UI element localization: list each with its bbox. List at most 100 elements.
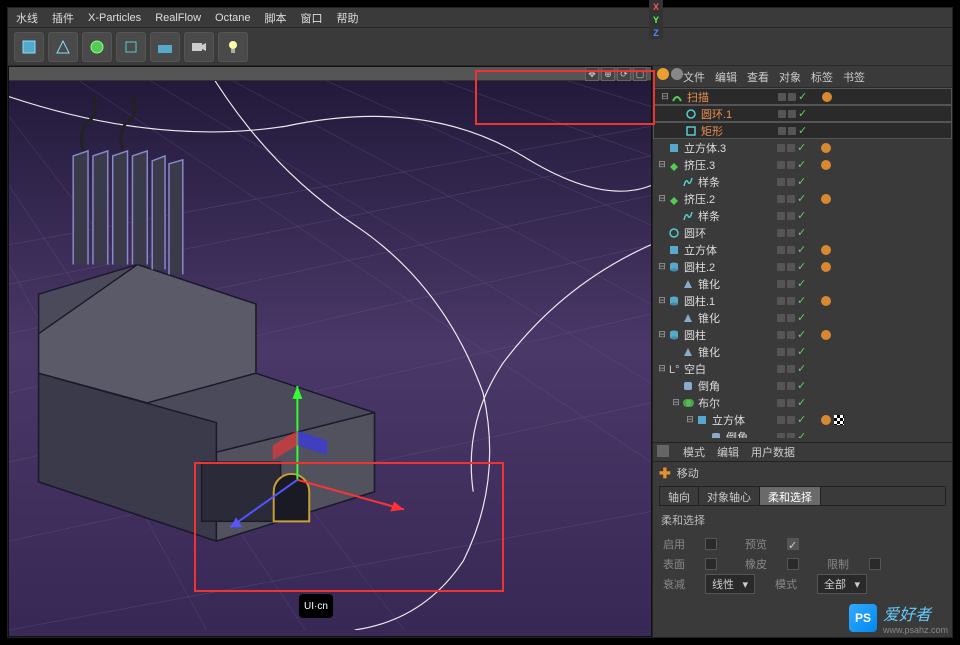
render-dot[interactable]	[787, 399, 795, 407]
render-dot[interactable]	[787, 229, 795, 237]
menu-item[interactable]: Octane	[215, 12, 250, 24]
object-label[interactable]: 锥化	[698, 276, 952, 292]
falloff-select[interactable]: 线性▾	[705, 574, 755, 594]
tag-icon[interactable]	[822, 92, 832, 102]
menu-item[interactable]: 帮助	[337, 10, 359, 26]
surface-checkbox[interactable]	[705, 558, 717, 570]
attr-menu-item[interactable]: 模式	[683, 444, 705, 460]
object-label[interactable]: 倒角	[726, 429, 952, 439]
tree-row[interactable]: 矩形✓	[653, 122, 952, 139]
enable-checkbox[interactable]	[705, 538, 717, 550]
tab-soft-selection[interactable]: 柔和选择	[760, 487, 821, 505]
layer-dot[interactable]	[777, 178, 785, 186]
render-dot[interactable]	[787, 178, 795, 186]
expand-toggle[interactable]: ⊟	[657, 261, 667, 272]
tree-row[interactable]: ⊟挤压.3✓	[653, 156, 952, 173]
limit-checkbox[interactable]	[869, 558, 881, 570]
attr-menu-item[interactable]: 编辑	[717, 444, 739, 460]
visibility-check[interactable]: ✓	[797, 209, 807, 222]
layer-dot[interactable]	[777, 433, 785, 439]
visibility-check[interactable]: ✓	[797, 192, 807, 205]
om-menu-item[interactable]: 对象	[779, 69, 801, 85]
object-label[interactable]: 圆环.1	[701, 106, 945, 122]
generator-button[interactable]	[82, 32, 112, 62]
render-dot[interactable]	[787, 212, 795, 220]
tree-row[interactable]: 倒角✓	[653, 428, 952, 438]
tree-row[interactable]: 圆环✓	[653, 224, 952, 241]
visibility-check[interactable]: ✓	[797, 243, 807, 256]
tag-icon[interactable]	[821, 160, 831, 170]
object-label[interactable]: 挤压.2	[684, 191, 952, 207]
tree-row[interactable]: 锥化✓	[653, 309, 952, 326]
om-menu-item[interactable]: 查看	[747, 69, 769, 85]
menu-item[interactable]: RealFlow	[155, 12, 201, 24]
visibility-check[interactable]: ✓	[798, 124, 808, 137]
expand-toggle[interactable]: ⊟	[657, 193, 667, 204]
render-dot[interactable]	[787, 365, 795, 373]
tree-row[interactable]: ⊟圆柱.2✓	[653, 258, 952, 275]
layer-dot[interactable]	[778, 110, 786, 118]
object-label[interactable]: 圆柱.1	[684, 293, 952, 309]
menu-item[interactable]: 插件	[52, 10, 74, 26]
tree-row[interactable]: ⊟L°空白✓	[653, 360, 952, 377]
expand-toggle[interactable]: ⊟	[671, 397, 681, 408]
object-label[interactable]: 立方体.3	[684, 140, 952, 156]
visibility-check[interactable]: ✓	[797, 175, 807, 188]
primitive-cube-button[interactable]	[14, 32, 44, 62]
visibility-check[interactable]: ✓	[797, 396, 807, 409]
tag-icon[interactable]	[834, 415, 844, 425]
render-dot[interactable]	[788, 110, 796, 118]
object-label[interactable]: 圆环	[684, 225, 952, 241]
render-dot[interactable]	[787, 195, 795, 203]
environment-button[interactable]	[150, 32, 180, 62]
expand-toggle[interactable]: ⊟	[657, 329, 667, 340]
render-dot[interactable]	[787, 161, 795, 169]
menu-item[interactable]: 水线	[16, 10, 38, 26]
attr-menu-item[interactable]: 用户数据	[751, 444, 795, 460]
tag-icon[interactable]	[821, 143, 831, 153]
tree-row[interactable]: 样条✓	[653, 173, 952, 190]
om-menu-item[interactable]: 文件	[683, 69, 705, 85]
object-label[interactable]: 锥化	[698, 344, 952, 360]
tree-row[interactable]: 样条✓	[653, 207, 952, 224]
visibility-check[interactable]: ✓	[797, 158, 807, 171]
render-dot[interactable]	[787, 416, 795, 424]
layer-dot[interactable]	[777, 297, 785, 305]
tree-row[interactable]: 圆环.1✓	[653, 105, 952, 122]
tree-row[interactable]: ⊟圆柱.1✓	[653, 292, 952, 309]
tree-row[interactable]: ⊟ 圆柱✓	[653, 326, 952, 343]
visibility-check[interactable]: ✓	[797, 311, 807, 324]
render-dot[interactable]	[787, 280, 795, 288]
layer-dot[interactable]	[778, 93, 786, 101]
menu-item[interactable]: 窗口	[301, 10, 323, 26]
light-button[interactable]	[218, 32, 248, 62]
visibility-check[interactable]: ✓	[797, 277, 807, 290]
render-dot[interactable]	[788, 93, 796, 101]
menu-item[interactable]: 脚本	[265, 10, 287, 26]
tree-row[interactable]: ⊟扫描✓	[653, 88, 952, 105]
object-tree[interactable]: ⊟扫描✓圆环.1✓矩形✓立方体.3✓⊟挤压.3✓样条✓⊟挤压.2✓样条✓圆环✓立…	[653, 88, 952, 438]
layer-dot[interactable]	[778, 127, 786, 135]
tree-row[interactable]: 锥化✓	[653, 275, 952, 292]
object-label[interactable]: 圆柱	[684, 327, 952, 343]
render-dot[interactable]	[787, 433, 795, 439]
object-label[interactable]: 矩形	[701, 123, 945, 139]
layer-dot[interactable]	[777, 331, 785, 339]
expand-toggle[interactable]: ⊟	[657, 159, 667, 170]
layer-icon[interactable]	[657, 68, 669, 80]
object-label[interactable]: 锥化	[698, 310, 952, 326]
visibility-check[interactable]: ✓	[798, 107, 808, 120]
deformer-button[interactable]	[116, 32, 146, 62]
tree-row[interactable]: 立方体✓	[653, 241, 952, 258]
tree-row[interactable]: ⊟布尔✓	[653, 394, 952, 411]
render-dot[interactable]	[788, 127, 796, 135]
object-label[interactable]: 倒角	[698, 378, 952, 394]
tree-row[interactable]: 倒角✓	[653, 377, 952, 394]
layer-dot[interactable]	[777, 314, 785, 322]
grid-icon[interactable]	[657, 445, 669, 457]
visibility-check[interactable]: ✓	[797, 328, 807, 341]
tree-row[interactable]: 锥化✓	[653, 343, 952, 360]
layer-dot[interactable]	[777, 229, 785, 237]
object-label[interactable]: 空白	[684, 361, 952, 377]
menu-item[interactable]: X-Particles	[88, 12, 141, 24]
